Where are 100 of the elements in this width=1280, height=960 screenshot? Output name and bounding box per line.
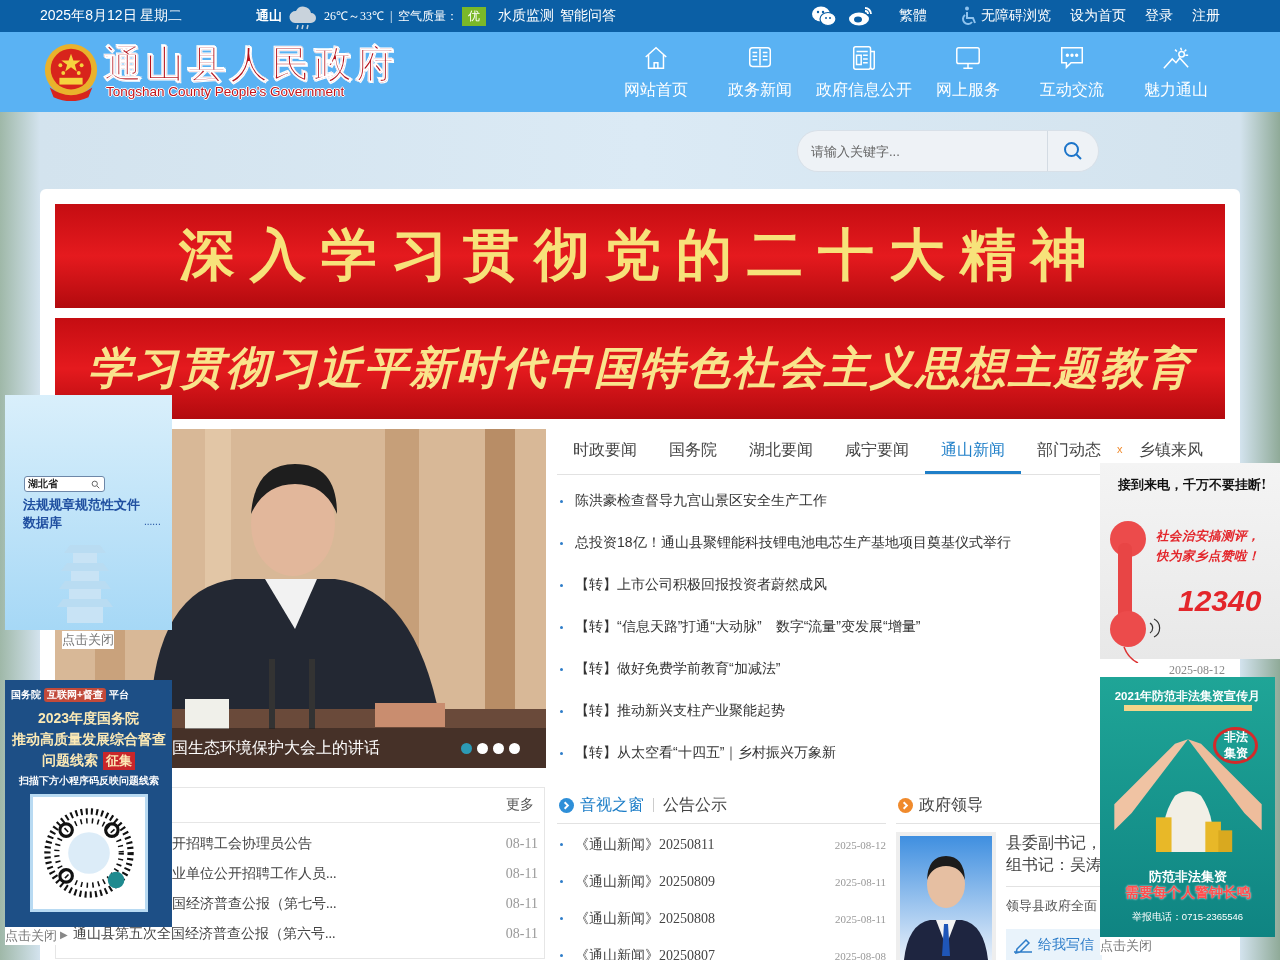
ad-headline: 问题线索 bbox=[42, 751, 98, 770]
news-tab[interactable]: 咸宁要闻 bbox=[829, 438, 925, 462]
bullet-icon bbox=[560, 541, 563, 545]
hotline-number: 12340 bbox=[1178, 584, 1262, 618]
news-link[interactable]: 【转】推动新兴支柱产业聚能起势 bbox=[575, 702, 785, 720]
search-icon bbox=[1063, 141, 1083, 161]
pen-icon bbox=[1012, 936, 1034, 954]
news-link[interactable]: 总投资18亿！通山县聚锂能科技锂电池电芯生产基地项目奠基仪式举行 bbox=[575, 534, 1011, 552]
video-link[interactable]: 《通山新闻》20250809 bbox=[575, 872, 715, 891]
section-tab[interactable]: 公告公示 bbox=[663, 794, 727, 816]
bullet-icon bbox=[560, 499, 563, 503]
notice-date: 08-11 bbox=[505, 866, 538, 882]
ad-badge: 互联网+督查 bbox=[44, 688, 106, 702]
search-field[interactable]: 请输入关键字... bbox=[797, 130, 1047, 172]
slide-dot[interactable] bbox=[461, 742, 472, 754]
ad-headline: 推动高质量发展综合督查 bbox=[11, 730, 166, 749]
close-ad-link[interactable]: 点击关闭 bbox=[62, 631, 114, 649]
video-link[interactable]: 《通山新闻》20250811 bbox=[575, 835, 715, 854]
video-date: 2025-08-11 bbox=[835, 912, 886, 925]
weibo-icon[interactable] bbox=[848, 5, 874, 27]
ad-label: 平台 bbox=[108, 688, 129, 702]
wheelchair-icon[interactable] bbox=[961, 6, 977, 26]
video-link[interactable]: 《通山新闻》20250808 bbox=[575, 909, 715, 928]
bullet-icon bbox=[560, 667, 563, 671]
news-link[interactable]: 【转】上市公司积极回报投资者蔚然成风 bbox=[575, 576, 827, 594]
close-ad-link[interactable]: 点击关闭 bbox=[1100, 937, 1152, 955]
video-date: 2025-08-08 bbox=[834, 949, 886, 960]
notice-date: 08-11 bbox=[505, 836, 538, 852]
bullet-icon bbox=[560, 751, 563, 755]
news-link[interactable]: 【转】“信息天路”打通“大动脉” 数字“流量”变发展“增量” bbox=[575, 618, 921, 636]
search-icon bbox=[91, 479, 100, 489]
news-tab[interactable]: 国务院 bbox=[653, 438, 733, 462]
temperature-text: 26℃～33℃ bbox=[324, 8, 384, 25]
news-link[interactable]: 【转】从太空看“十四五”｜乡村振兴万象新 bbox=[575, 744, 837, 762]
ad-tag: 征集 bbox=[103, 751, 135, 770]
slide-dot[interactable] bbox=[509, 742, 520, 754]
accessibility-link[interactable]: 无障碍浏览 bbox=[981, 7, 1051, 25]
section-title: 政府领导 bbox=[919, 794, 983, 815]
ellipsis-text: ...... bbox=[144, 516, 161, 527]
city-name: 通山 bbox=[256, 7, 282, 25]
top-link[interactable]: 注册 bbox=[1192, 7, 1220, 25]
chevron-circle-icon bbox=[559, 797, 574, 813]
notice-link[interactable]: 通山县第五次全国经济普查公报（第六号... bbox=[73, 925, 336, 943]
slogan-banner[interactable]: 深入学习贯彻党的二十大精神 bbox=[55, 204, 1225, 308]
site-subtitle: Tongshan County People's Government bbox=[106, 84, 346, 100]
slide-dot[interactable] bbox=[493, 742, 504, 754]
inspection-ad[interactable]: 国务院 互联网+督查 平台 2023年度国务院 推动高质量发展综合督查 问题线索 征集 扫描下方小程序码反映问题线索 bbox=[5, 680, 172, 927]
bullet-icon bbox=[560, 917, 563, 920]
close-ad-link[interactable]: 点击关闭 bbox=[5, 927, 57, 945]
news-tab[interactable]: 通山新闻 bbox=[925, 438, 1021, 474]
bullet-icon bbox=[560, 583, 563, 587]
news-tab[interactable]: 乡镇来风 bbox=[1122, 438, 1219, 462]
separator-text: | bbox=[390, 8, 393, 24]
write-letter-button[interactable]: 给我写信 bbox=[1006, 929, 1102, 960]
notice-link[interactable]: 开招聘工会协理员公告 bbox=[172, 835, 312, 853]
ad-label: 国务院 bbox=[11, 688, 41, 702]
fundraising-ad[interactable]: 2021年防范非法集资宣传月 非法集资 防范非法集资 需要每个人警钟长鸣 举报电话：0715-2365546 bbox=[1100, 677, 1275, 937]
notice-date: 08-11 bbox=[505, 896, 538, 912]
bullet-icon bbox=[560, 880, 563, 883]
bullet-icon bbox=[560, 625, 563, 629]
more-link[interactable]: 更多 bbox=[506, 796, 534, 814]
bullet-icon bbox=[560, 709, 563, 713]
video-date: 2025-08-12 bbox=[834, 838, 886, 851]
top-link[interactable]: 水质监测 bbox=[498, 7, 555, 25]
slogan-banner[interactable]: 学习贯彻习近平新时代中国特色社会主义思想主题教育 bbox=[55, 318, 1225, 419]
report-phone: 举报电话：0715-2365546 bbox=[1130, 911, 1245, 924]
news-date: 2025-08-12 bbox=[1169, 663, 1225, 677]
nav-icon bbox=[850, 43, 878, 72]
rain-cloud-icon bbox=[288, 5, 318, 31]
chevron-circle-icon bbox=[898, 797, 913, 813]
news-tab[interactable]: 湖北要闻 bbox=[733, 438, 829, 462]
ad-slogan: 防范非法集资 bbox=[1147, 868, 1228, 885]
slide-dot[interactable] bbox=[477, 742, 488, 754]
bullet-icon bbox=[560, 954, 563, 957]
slide-caption[interactable]: 国生态环境保护大会上的讲话 bbox=[172, 737, 380, 759]
notice-link[interactable]: 业单位公开招聘工作人员... bbox=[172, 865, 337, 883]
ad-slogan: 需要每个人警钟长鸣 bbox=[1123, 884, 1252, 902]
notice-link[interactable]: 国经济普查公报（第七号... bbox=[172, 895, 337, 913]
air-quality-label: 空气质量： bbox=[398, 7, 459, 25]
news-tab[interactable]: 时政要闻 bbox=[557, 438, 653, 462]
top-link[interactable]: 设为首页 bbox=[1070, 7, 1126, 25]
site-title: 通山县人民政府 bbox=[104, 44, 398, 84]
video-date: 2025-08-11 bbox=[835, 875, 886, 888]
news-link[interactable]: 【转】做好免费学前教育“加减法” bbox=[575, 660, 781, 678]
notice-date: 08-11 bbox=[505, 926, 538, 942]
top-link[interactable]: 登录 bbox=[1145, 7, 1173, 25]
news-tab[interactable]: 部门动态 bbox=[1021, 438, 1117, 462]
date-text: 2025年8月12日 星期二 bbox=[40, 7, 184, 25]
wechat-icon[interactable] bbox=[811, 5, 837, 27]
top-link[interactable]: 智能问答 bbox=[560, 7, 617, 25]
section-tab[interactable]: 音视之窗 bbox=[580, 794, 644, 816]
ad-headline: 接到来电，千万不要挂断! bbox=[1118, 477, 1267, 494]
regulations-ad[interactable]: 湖北省 法规规章规范性文件数据库 ...... bbox=[5, 395, 172, 630]
search-button[interactable] bbox=[1047, 130, 1099, 172]
air-quality-badge: 优 bbox=[462, 6, 487, 26]
traditional-chinese-link[interactable]: 繁體 bbox=[899, 7, 927, 25]
news-link[interactable]: 陈洪豪检查督导九宫山景区安全生产工作 bbox=[575, 492, 827, 510]
national-emblem-icon bbox=[42, 43, 100, 101]
ad-title: 法规规章规范性文件数据库 bbox=[23, 496, 141, 532]
ad-title: 2021年防范非法集资宣传月 bbox=[1113, 689, 1262, 704]
